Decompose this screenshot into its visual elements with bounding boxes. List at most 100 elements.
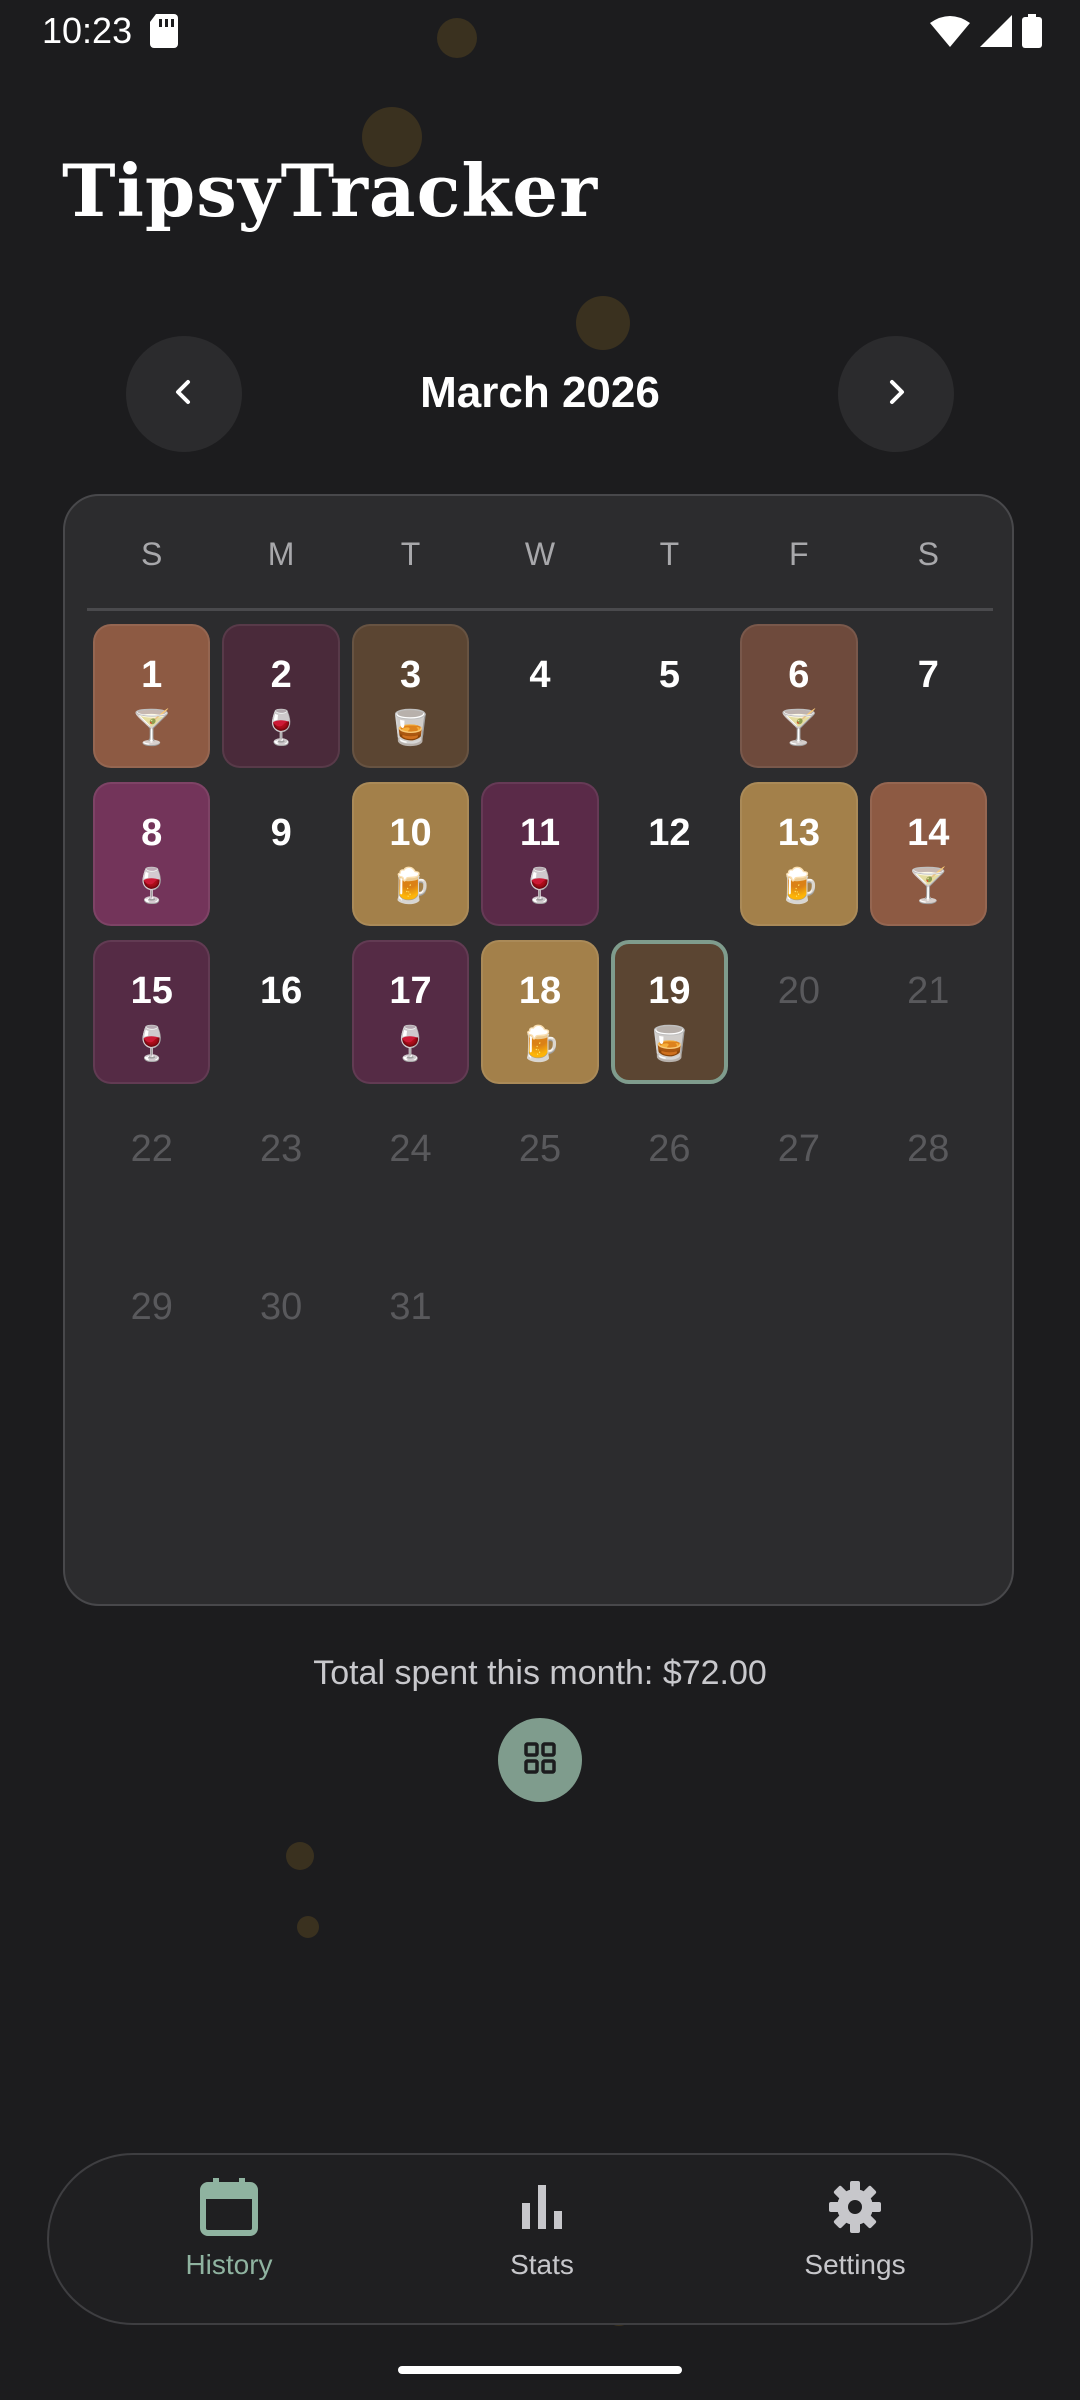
calendar-day[interactable]: 6 🍸 <box>734 624 863 782</box>
bar-chart-icon <box>510 2185 574 2243</box>
calendar-icon <box>197 2178 261 2243</box>
calendar-day[interactable]: 5 <box>605 624 734 782</box>
battery-icon <box>1022 14 1042 52</box>
bottom-navigation: History Stats Settings <box>47 2153 1033 2325</box>
day-number: 26 <box>648 1128 691 1170</box>
calendar-day[interactable]: 11 🍷 <box>475 782 604 940</box>
calendar-day[interactable]: 17 🍷 <box>346 940 475 1098</box>
calendar-day: 26 <box>605 1098 734 1256</box>
next-month-button[interactable] <box>838 336 954 452</box>
beer-icon: 🍺 <box>518 1024 562 1064</box>
calendar-day[interactable]: 9 <box>216 782 345 940</box>
status-bar: 10:23 <box>0 0 1080 64</box>
day-number: 17 <box>389 970 432 1012</box>
nav-item-history[interactable]: History <box>129 2175 329 2281</box>
day-number: 20 <box>777 970 820 1012</box>
calendar-day[interactable]: 4 <box>475 624 604 782</box>
day-number: 28 <box>907 1128 950 1170</box>
nav-item-stats[interactable]: Stats <box>442 2175 642 2281</box>
martini-icon: 🍸 <box>777 708 821 748</box>
calendar-day[interactable]: 16 <box>216 940 345 1098</box>
calendar-day: 31 <box>346 1256 475 1414</box>
nav-item-settings[interactable]: Settings <box>755 2175 955 2281</box>
calendar-day[interactable]: 7 <box>864 624 993 782</box>
decorative-bubble <box>286 1842 314 1870</box>
calendar-day[interactable]: 14 🍸 <box>864 782 993 940</box>
day-number: 4 <box>529 654 551 696</box>
day-number: 13 <box>777 812 820 854</box>
day-number: 10 <box>389 812 432 854</box>
day-number: 14 <box>907 812 950 854</box>
martini-icon: 🍸 <box>130 708 173 748</box>
wifi-icon <box>930 15 970 51</box>
calendar-day: 29 <box>87 1256 216 1414</box>
day-number: 25 <box>518 1128 562 1170</box>
weekday-label: W <box>524 536 556 572</box>
day-number: 18 <box>518 970 562 1012</box>
day-number: 9 <box>270 812 292 854</box>
day-number: 3 <box>399 654 422 696</box>
calendar-day: 27 <box>734 1098 863 1256</box>
decorative-bubble <box>297 1916 319 1938</box>
chevron-right-icon <box>881 377 911 411</box>
beer-icon: 🍺 <box>389 866 432 906</box>
calendar-day[interactable]: 3 🥃 <box>346 624 475 782</box>
calendar-day[interactable]: 2 🍷 <box>216 624 345 782</box>
wine-icon: 🍷 <box>259 708 303 748</box>
calendar-day: 30 <box>216 1256 345 1414</box>
calendar-day: 25 <box>475 1098 604 1256</box>
day-number: 8 <box>141 812 163 854</box>
whiskey-icon: 🥃 <box>648 1024 691 1064</box>
day-number: 15 <box>130 970 173 1012</box>
day-number: 6 <box>788 654 810 696</box>
weekday-divider <box>87 608 993 611</box>
grid-icon <box>522 1740 558 1780</box>
nav-label: Stats <box>510 2249 574 2280</box>
day-number: 2 <box>270 654 292 696</box>
day-number: 23 <box>259 1128 303 1170</box>
day-number: 16 <box>259 970 303 1012</box>
day-number: 30 <box>259 1286 303 1328</box>
wine-icon: 🍷 <box>130 866 173 906</box>
nav-label: History <box>185 2249 273 2280</box>
calendar-day[interactable]: 13 🍺 <box>734 782 863 940</box>
day-number: 27 <box>777 1128 820 1170</box>
monthly-total: Total spent this month: $72.00 <box>313 1654 767 1692</box>
calendar-day[interactable]: 10 🍺 <box>346 782 475 940</box>
weekday-label: S <box>917 536 939 572</box>
calendar-card: S M T W T F S 1 🍸 2 🍷 3 🥃 4 5 6 🍸 7 8 🍷 9 10 🍺 11 🍷 12 13 🍺 1… <box>63 494 1014 1606</box>
day-number: 11 <box>519 812 561 854</box>
signal-icon <box>980 15 1012 51</box>
calendar-day[interactable]: 8 🍷 <box>87 782 216 940</box>
day-number: 7 <box>917 654 939 696</box>
whiskey-icon: 🥃 <box>389 708 432 748</box>
calendar-day: 28 <box>864 1098 993 1256</box>
nav-label: Settings <box>804 2249 906 2280</box>
day-number: 1 <box>141 654 163 696</box>
app-title: TipsyTracker <box>62 148 599 233</box>
calendar-day[interactable]: 12 <box>605 782 734 940</box>
calendar-day: 22 <box>87 1098 216 1256</box>
day-number: 31 <box>389 1286 432 1328</box>
calendar-day[interactable]: 18 🍺 <box>475 940 604 1098</box>
weekday-label: T <box>659 536 680 572</box>
calendar-day[interactable]: 1 🍸 <box>87 624 216 782</box>
calendar-grid: 1 🍸 2 🍷 3 🥃 4 5 6 🍸 7 8 🍷 9 10 🍺 11 🍷 12 13 🍺 14 🍸 15 🍷 16 17 🍷 18 🍺 1… <box>87 624 993 1414</box>
status-time: 10:23 <box>42 10 133 51</box>
day-number: 21 <box>907 970 950 1012</box>
grid-view-button[interactable] <box>498 1718 582 1802</box>
weekday-header: S M T W T F S <box>87 536 993 573</box>
calendar-day: 24 <box>346 1098 475 1256</box>
weekday-label: F <box>789 536 809 572</box>
wine-icon: 🍷 <box>389 1024 432 1064</box>
calendar-day: 20 <box>734 940 863 1098</box>
home-indicator[interactable] <box>398 2366 682 2374</box>
calendar-day[interactable]: 15 🍷 <box>87 940 216 1098</box>
day-number: 12 <box>648 812 691 854</box>
wine-icon: 🍷 <box>130 1024 173 1064</box>
gear-icon <box>823 2181 887 2243</box>
day-number: 29 <box>130 1286 173 1328</box>
beer-icon: 🍺 <box>777 866 821 906</box>
wine-icon: 🍷 <box>518 866 562 906</box>
calendar-day[interactable]: 19 🥃 <box>605 940 734 1098</box>
